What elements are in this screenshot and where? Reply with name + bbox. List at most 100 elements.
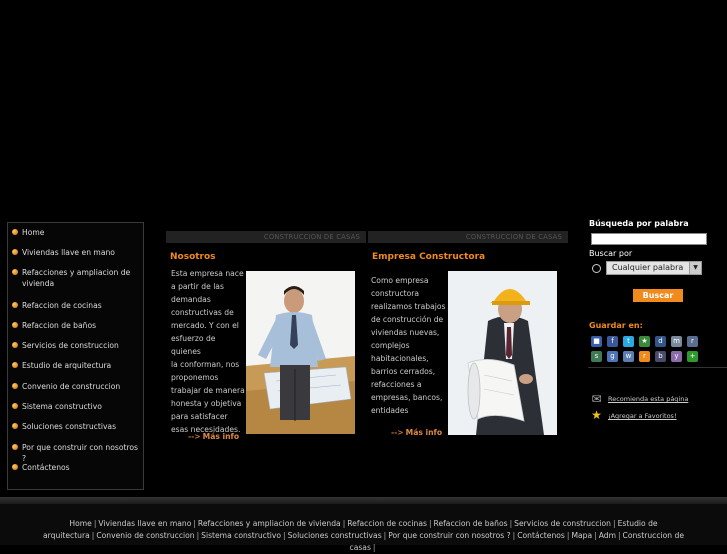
nosotros-text: Esta empresa nace a partir de las demandas…: [171, 267, 246, 436]
footer-link[interactable]: Home: [69, 519, 91, 528]
footer-links: Home | Viviendas llave en mano | Refacciones…: [30, 518, 697, 554]
nav-link[interactable]: Sistema constructivo: [22, 401, 141, 412]
nav-item[interactable]: Viviendas llave en mano: [8, 247, 145, 258]
section-header: CONSTRUCCION DE CASAS: [166, 231, 366, 243]
recommend-icon: ✉: [591, 392, 602, 406]
recomienda-link[interactable]: Recomienda esta página: [608, 395, 688, 403]
nav-link[interactable]: Refaccion de baños: [22, 320, 141, 331]
nav-item[interactable]: Refaccion de cocinas: [8, 300, 145, 311]
nav-link[interactable]: Servicios de construccion: [22, 340, 141, 351]
search-mode-select[interactable]: Cualquier palabra ▼: [606, 261, 702, 275]
footer-link[interactable]: Adm: [599, 531, 616, 540]
empresa-text: Como empresa constructora realizamos traba…: [371, 274, 449, 417]
footer-link[interactable]: Refaccion de baños: [434, 519, 508, 528]
text-line: demandas: [171, 295, 211, 304]
footer-link[interactable]: Mapa: [571, 531, 592, 540]
buscar-button[interactable]: Buscar: [633, 289, 683, 302]
text-line: trabajar de manera: [171, 386, 245, 395]
text-line: honesta y objetiva: [171, 399, 242, 408]
nav-item[interactable]: Sistema constructivo: [8, 401, 145, 412]
nav-link[interactable]: Estudio de arquitectura: [22, 360, 141, 371]
footer-separator: |: [613, 519, 616, 528]
search-mode-radio[interactable]: [592, 264, 601, 273]
text-line: complejos: [371, 341, 410, 350]
nav-link[interactable]: Viviendas llave en mano: [22, 247, 141, 258]
empresa-section: CONSTRUCCION DE CASAS Empresa Constructo…: [368, 231, 568, 262]
nosotros-more-link[interactable]: --> Más info: [188, 432, 239, 441]
guardar-label: Guardar en:: [589, 321, 643, 330]
footer-link[interactable]: Contáctenos: [517, 531, 565, 540]
stumble-icon[interactable]: s: [591, 351, 602, 362]
delicious-icon[interactable]: ■: [591, 336, 602, 347]
footer-separator: |: [372, 543, 376, 552]
footer-link[interactable]: Convenio de construccion: [96, 531, 194, 540]
add-more-icon[interactable]: +: [687, 351, 698, 362]
nav-item[interactable]: Home: [8, 227, 145, 238]
more-label: Más info: [405, 428, 443, 437]
engineer-photo: [448, 271, 557, 435]
chevron-down-icon: ▼: [689, 262, 701, 274]
footer-link[interactable]: Viviendas llave en mano: [98, 519, 191, 528]
more-label: Más info: [202, 432, 240, 441]
bullet-icon: [12, 444, 18, 450]
footer-separator: |: [283, 531, 286, 540]
nav-item[interactable]: Contáctenos: [8, 462, 145, 473]
nav-item[interactable]: Soluciones constructivas: [8, 421, 145, 432]
footer-separator: |: [91, 531, 95, 540]
left-nav: Home Viviendas llave en mano Refacciones y…: [7, 222, 144, 490]
bullet-icon: [12, 423, 18, 429]
nav-item[interactable]: Refacciones y ampliacion de vivienda: [8, 267, 145, 289]
footer-separator: |: [383, 531, 387, 540]
footer-bar: [0, 497, 727, 504]
bullet-icon: [12, 302, 18, 308]
nav-item[interactable]: Por que construir con nosotros ?: [8, 442, 145, 464]
twitter-icon[interactable]: t: [623, 336, 634, 347]
arrow-icon: -->: [391, 428, 404, 437]
text-line: barrios cerrados,: [371, 367, 436, 376]
live-icon[interactable]: w: [623, 351, 634, 362]
nav-item[interactable]: Servicios de construccion: [8, 340, 145, 351]
empresa-more-link[interactable]: --> Más info: [391, 428, 442, 437]
text-line: la conforman, nos: [171, 360, 240, 369]
bullet-icon: [12, 464, 18, 470]
blinklist-icon[interactable]: b: [655, 351, 666, 362]
technorati-icon[interactable]: ★: [639, 336, 650, 347]
nav-link[interactable]: Por que construir con nosotros ?: [22, 442, 141, 464]
footer-separator: |: [566, 531, 570, 540]
nav-item[interactable]: Refaccion de baños: [8, 320, 145, 331]
nav-link[interactable]: Convenio de construccion: [22, 381, 141, 392]
footer-link[interactable]: Por que construir con nosotros ?: [388, 531, 510, 540]
nav-item[interactable]: Estudio de arquitectura: [8, 360, 145, 371]
sidebar-divider: [588, 367, 727, 368]
footer-link[interactable]: Soluciones constructivas: [288, 531, 382, 540]
bullet-icon: [12, 362, 18, 368]
bullet-icon: [12, 249, 18, 255]
yahoo-icon[interactable]: y: [671, 351, 682, 362]
nav-link[interactable]: Home: [22, 227, 141, 238]
rss-icon[interactable]: r: [639, 351, 650, 362]
footer-link[interactable]: Sistema constructivo: [201, 531, 281, 540]
nav-link[interactable]: Soluciones constructivas: [22, 421, 141, 432]
myspace-icon[interactable]: m: [671, 336, 682, 347]
footer-link[interactable]: Refaccion de cocinas: [347, 519, 427, 528]
text-line: empresas, bancos,: [371, 393, 443, 402]
nav-link[interactable]: Refacciones y ampliacion de vivienda: [22, 267, 141, 289]
facebook-icon[interactable]: f: [607, 336, 618, 347]
footer-link[interactable]: Servicios de construccion: [514, 519, 611, 528]
nav-item[interactable]: Convenio de construccion: [8, 381, 145, 392]
footer: Home | Viviendas llave en mano | Refacciones…: [0, 504, 727, 552]
footer-separator: |: [428, 519, 432, 528]
nav-link[interactable]: Contáctenos: [22, 462, 141, 473]
search-label: Búsqueda por palabra: [589, 219, 689, 228]
bullet-icon: [12, 342, 18, 348]
section-title: Empresa Constructora: [372, 252, 486, 262]
favoritos-link[interactable]: ¡Agregar a Favoritos!: [608, 412, 677, 420]
digg-icon[interactable]: d: [655, 336, 666, 347]
nav-link[interactable]: Refaccion de cocinas: [22, 300, 141, 311]
footer-link[interactable]: Refacciones y ampliacion de vivienda: [198, 519, 341, 528]
footer-separator: |: [617, 531, 621, 540]
reddit-icon[interactable]: r: [687, 336, 698, 347]
google-icon[interactable]: g: [607, 351, 618, 362]
footer-separator: |: [196, 531, 200, 540]
search-input[interactable]: [591, 233, 707, 245]
